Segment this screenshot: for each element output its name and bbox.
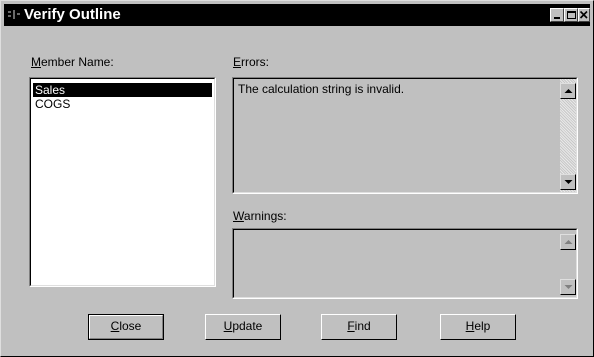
warnings-textarea[interactable]	[232, 228, 578, 299]
scroll-up-icon	[564, 240, 573, 244]
verify-outline-dialog: Verify Outline Member Name: Sales COGS E…	[0, 0, 594, 357]
warnings-label: Warnings:	[233, 209, 287, 223]
minimize-icon	[554, 17, 560, 19]
update-button[interactable]: Update	[205, 314, 281, 340]
errors-scrollbar[interactable]	[560, 79, 576, 192]
errors-message: The calculation string is invalid.	[238, 82, 405, 96]
member-name-listbox[interactable]: Sales COGS	[29, 77, 216, 287]
close-window-button[interactable]	[578, 8, 590, 22]
minimize-button[interactable]	[550, 8, 564, 22]
member-name-label: Member Name:	[31, 55, 114, 69]
system-menu-icon[interactable]	[8, 10, 20, 20]
maximize-icon	[567, 11, 576, 19]
window-title: Verify Outline	[24, 6, 121, 23]
scroll-down-button[interactable]	[560, 279, 576, 295]
scroll-up-button[interactable]	[560, 83, 576, 99]
errors-textarea[interactable]: The calculation string is invalid.	[232, 77, 578, 194]
errors-label: Errors:	[233, 55, 270, 69]
scroll-up-icon	[564, 89, 573, 93]
help-button[interactable]: Help	[440, 314, 516, 340]
title-bar[interactable]: Verify Outline	[4, 4, 590, 26]
scroll-down-icon	[564, 285, 573, 289]
close-button[interactable]: Close	[88, 314, 164, 340]
list-item[interactable]: COGS	[33, 97, 72, 111]
scroll-up-button[interactable]	[560, 234, 576, 250]
close-icon	[579, 10, 588, 19]
list-item[interactable]: Sales	[33, 83, 212, 97]
scroll-down-icon	[564, 180, 573, 184]
scroll-down-button[interactable]	[560, 174, 576, 190]
warnings-scrollbar[interactable]	[560, 230, 576, 297]
find-button[interactable]: Find	[321, 314, 397, 340]
maximize-button[interactable]	[564, 8, 578, 22]
